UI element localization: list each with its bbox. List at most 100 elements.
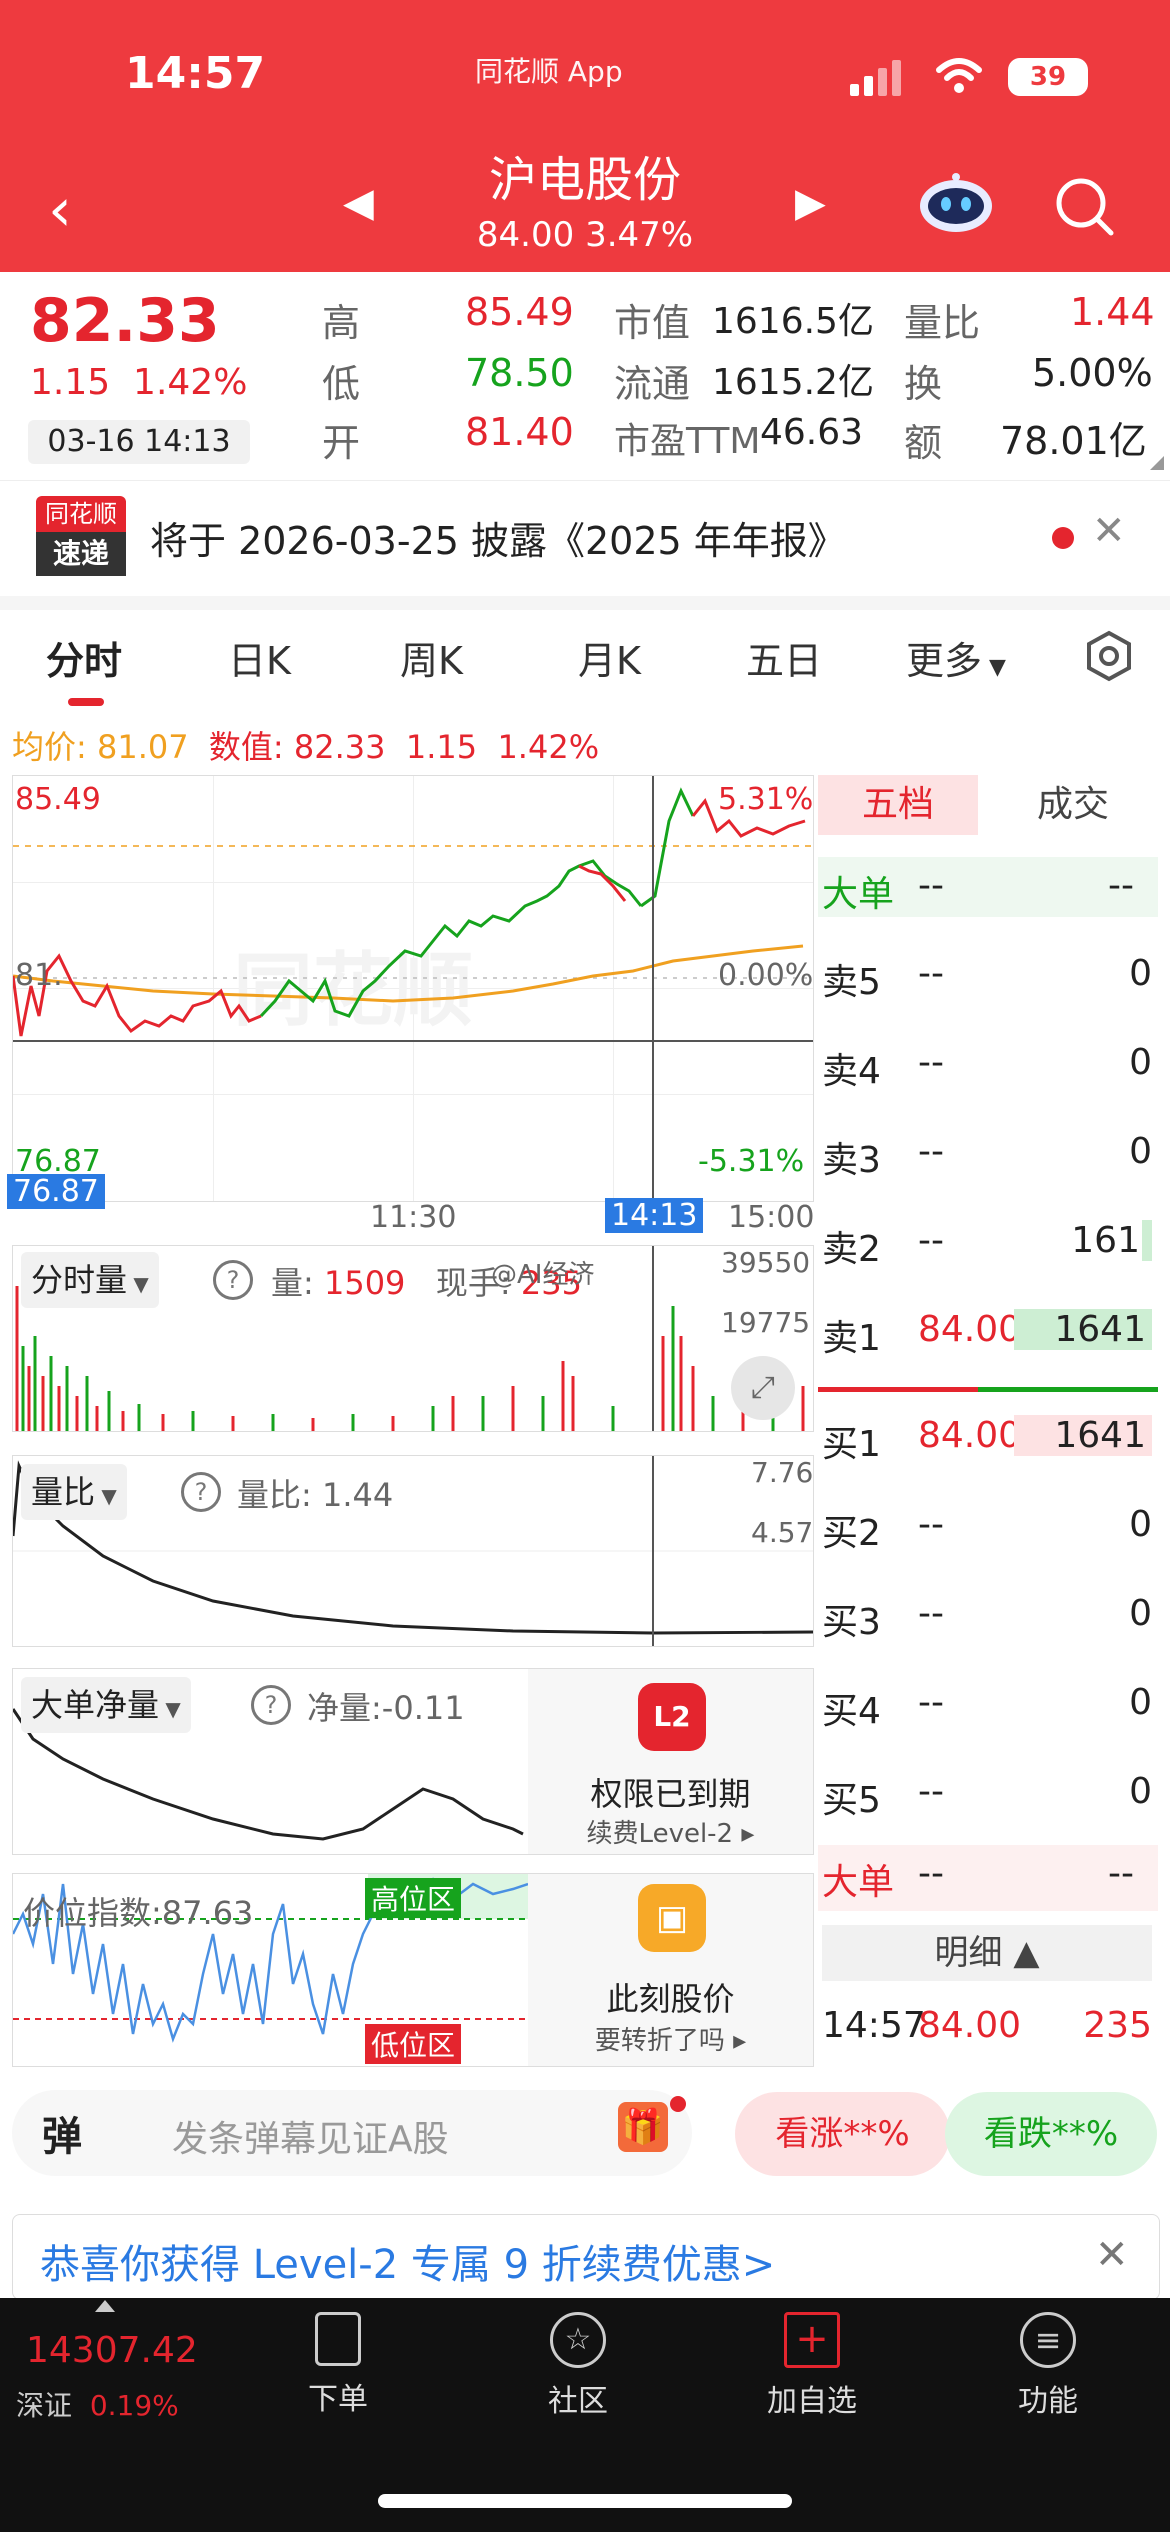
high-value: 85.49	[465, 290, 574, 334]
tab-daily-k[interactable]: 日K	[228, 630, 291, 685]
gift-icon[interactable]: 🎁	[618, 2102, 668, 2152]
promo-text[interactable]: 恭喜你获得 Level-2 专属 9 折续费优惠>	[40, 2232, 775, 2290]
search-icon[interactable]	[1053, 175, 1117, 239]
status-time: 14:57	[125, 48, 266, 99]
index-up-arrow-icon	[95, 2300, 115, 2312]
mktcap-label: 市值	[614, 301, 691, 345]
low-zone-tag: 低位区	[365, 2024, 462, 2064]
vote-up-button[interactable]: 看涨**%	[735, 2092, 950, 2176]
volume-ratio-panel[interactable]: 量比 ▼ ? 量比: 1.44 7.76 4.57	[12, 1455, 814, 1647]
tab-weekly-k[interactable]: 周K	[400, 630, 463, 685]
y-axis-mid: 81.	[15, 958, 63, 993]
index-value[interactable]: 14307.42	[26, 2330, 198, 2371]
close-icon[interactable]: ✕	[1095, 2232, 1129, 2278]
sell1-row[interactable]: 卖1 84.00 1641	[818, 1301, 1158, 1361]
low-label: 低	[322, 362, 361, 406]
volume-ratio-label: 量比	[904, 301, 981, 345]
vote-down-button[interactable]: 看跌**%	[945, 2092, 1157, 2176]
close-icon[interactable]: ✕	[1092, 508, 1126, 554]
level2-lock-overlay[interactable]: L2 权限已到期 续费Level-2 ▸	[528, 1669, 813, 1854]
danmu-placeholder[interactable]: 发条弹幕见证A股	[172, 2110, 449, 2162]
community-star-icon: ☆	[550, 2312, 606, 2368]
danmu-input-bar[interactable]: 弹 发条弹幕见证A股 🎁	[12, 2090, 692, 2176]
price-change: 1.15 1.42%	[30, 362, 248, 403]
help-icon[interactable]: ?	[213, 1260, 253, 1300]
big-order-select[interactable]: 大单净量 ▼	[21, 1677, 191, 1733]
turnover-value: 5.00%	[1032, 351, 1153, 395]
nav-functions[interactable]: ≡ 功能	[988, 2312, 1108, 2420]
detail-toggle[interactable]: 明细 ▲	[822, 1925, 1152, 1981]
home-indicator[interactable]	[378, 2494, 792, 2508]
lock-title: 此刻股价	[606, 1980, 735, 2018]
buy3-row[interactable]: 买3 -- 0	[818, 1585, 1158, 1645]
intraday-price-chart[interactable]: 同花顺 85.49 81. 76.87 5.31% 0.00% -5.31% 7…	[7, 775, 814, 1209]
express-logo: 同花顺 速递	[36, 496, 126, 576]
sell2-row[interactable]: 卖2 -- 161	[818, 1212, 1158, 1272]
ratio-axis-mid: 4.57	[751, 1516, 814, 1549]
open-value: 81.40	[465, 410, 574, 454]
sell3-row[interactable]: 卖3 -- 0	[818, 1123, 1158, 1183]
tab-trades[interactable]: 成交	[993, 775, 1153, 835]
help-icon[interactable]: ?	[251, 1685, 291, 1725]
amount-label: 额	[904, 421, 943, 465]
sell4-row[interactable]: 卖4 -- 0	[818, 1034, 1158, 1094]
high-zone-tag: 高位区	[365, 1878, 462, 1918]
float-value: 1615.2亿	[712, 362, 874, 403]
big-order-net-panel[interactable]: 大单净量 ▼ ? 净量:-0.11 L2 权限已到期 续费Level-2 ▸	[12, 1668, 814, 1855]
tab-intraday[interactable]: 分时	[46, 630, 122, 685]
expand-corner-icon[interactable]	[1150, 456, 1164, 470]
tab-monthly-k[interactable]: 月K	[578, 630, 641, 685]
next-stock-icon[interactable]: ▶	[795, 180, 826, 226]
pe-label: 市盈TTM	[614, 421, 761, 462]
price-index-panel[interactable]: 价位指数:87.63 高位区 低位区 ▣ 此刻股价 要转折了吗 ▸	[12, 1873, 814, 2067]
buy1-row[interactable]: 买1 84.00 1641	[818, 1407, 1158, 1467]
nav-add-watchlist[interactable]: + 加自选	[752, 2312, 872, 2420]
volume-axis-mid: 19775	[721, 1306, 811, 1339]
tab-five-day[interactable]: 五日	[746, 630, 822, 685]
ratio-axis-max: 7.76	[751, 1456, 814, 1489]
notice-text[interactable]: 将于 2026-03-25 披露《2025 年年报》	[150, 510, 846, 565]
buy2-row[interactable]: 买2 -- 0	[818, 1496, 1158, 1556]
buy4-row[interactable]: 买4 -- 0	[818, 1674, 1158, 1734]
volume-indicator-select[interactable]: 分时量 ▼	[21, 1252, 159, 1308]
pe-value: 46.63	[760, 412, 864, 453]
fullscreen-icon[interactable]: ⤢	[731, 1356, 795, 1420]
low-value: 78.50	[465, 351, 574, 395]
last-price: 82.33	[30, 286, 220, 356]
gift-badge-dot	[670, 2096, 686, 2112]
open-label: 开	[322, 421, 361, 465]
volume-axis-max: 39550	[721, 1246, 811, 1279]
cursor-time-label: 14:13	[605, 1198, 704, 1233]
book-divider-red	[818, 1387, 978, 1392]
price-index-lock-overlay[interactable]: ▣ 此刻股价 要转折了吗 ▸	[528, 1874, 813, 2066]
y-axis-high: 85.49	[15, 782, 101, 817]
index-name[interactable]: 深证 0.19%	[16, 2384, 179, 2424]
volume-panel[interactable]: 分时量 ▼ ? 量: 1509 现手: 235 @AI经济 39550 1977…	[12, 1245, 814, 1432]
battery-indicator: 39	[1008, 58, 1088, 96]
help-icon[interactable]: ?	[181, 1472, 221, 1512]
float-label: 流通	[614, 362, 691, 406]
settings-icon[interactable]	[1083, 630, 1135, 682]
nav-order[interactable]: 下单	[278, 2312, 398, 2418]
sell5-row[interactable]: 卖5 -- 0	[818, 945, 1158, 1005]
lock-title: 权限已到期	[590, 1775, 751, 1813]
tab-more[interactable]: 更多 ▼	[906, 630, 1006, 685]
order-icon	[315, 2312, 361, 2366]
robot-assistant-icon[interactable]	[918, 172, 994, 234]
add-icon: +	[784, 2312, 840, 2368]
order-book: 五档 成交 大单 -- -- 卖5 -- 0 卖4 -- 0 卖3 -- 0 卖2 -- 161 卖…	[818, 775, 1158, 2065]
turnover-label: 换	[904, 362, 943, 406]
x-axis-1130: 11:30	[370, 1200, 457, 1235]
mktcap-value: 1616.5亿	[712, 301, 874, 342]
tab-level5[interactable]: 五档	[818, 775, 978, 835]
net-volume-readout: 净量:-0.11	[307, 1689, 465, 1727]
chart-lock-icon: ▣	[638, 1884, 706, 1952]
volume-ratio-select[interactable]: 量比 ▼	[21, 1464, 127, 1520]
nav-community[interactable]: ☆ 社区	[518, 2312, 638, 2420]
x-axis-1500: 15:00	[728, 1200, 815, 1235]
buy5-row[interactable]: 买5 -- 0	[818, 1763, 1158, 1823]
high-label: 高	[322, 301, 361, 345]
unread-dot	[1052, 527, 1074, 549]
volume-ratio-value: 1.44	[1070, 290, 1155, 334]
unlock-link: 要转折了吗 ▸	[594, 2026, 747, 2056]
